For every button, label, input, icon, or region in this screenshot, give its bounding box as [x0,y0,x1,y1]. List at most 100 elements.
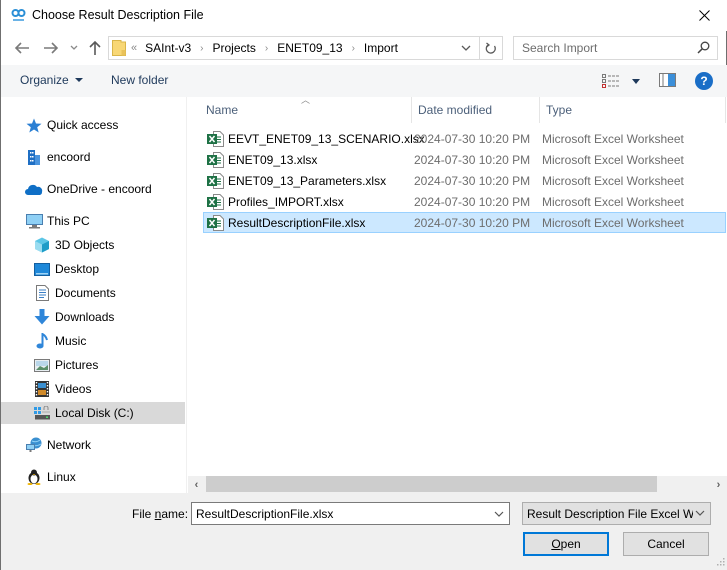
chevron-left-icon: ‹ [194,478,199,491]
file-date-modified: 2024-07-30 10:20 PM [414,215,531,230]
sidebar-item-music[interactable]: Music [1,330,185,352]
sidebar-item-this-pc[interactable]: This PC [1,210,185,232]
forward-button[interactable] [40,37,62,59]
column-header-label: Date modified [418,103,493,117]
column-header-name[interactable]: Name [200,97,412,123]
file-name-combobox[interactable] [191,502,510,525]
search-icon[interactable] [697,41,710,54]
caret-down-icon[interactable] [632,78,640,84]
sidebar-item-quick-access[interactable]: Quick access [1,114,185,136]
column-header-type[interactable]: Type [540,97,726,123]
cancel-button[interactable]: Cancel [623,532,709,556]
document-icon [33,285,51,301]
scrollbar-thumb[interactable] [206,476,657,492]
file-row[interactable]: Profiles_IMPORT.xlsx 2024-07-30 10:20 PM M… [203,191,726,212]
sidebar-item-label: Quick access [47,118,119,132]
breadcrumb-item[interactable]: SAInt-v3 [145,41,191,55]
file-type: Microsoft Excel Worksheet [542,215,684,230]
file-row[interactable]: EEVT_ENET09_13_SCENARIO.xlsx 2024-07-30 1… [203,128,726,149]
file-row[interactable]: ENET09_13_Parameters.xlsx 2024-07-30 10:2… [203,170,726,191]
file-name: ENET09_13_Parameters.xlsx [228,173,387,188]
breadcrumb-separator[interactable]: › [352,43,355,54]
refresh-button[interactable] [479,37,502,59]
file-type-filter-value: Result Description File Excel Wc [527,506,693,521]
sidebar-item-network[interactable]: Network [1,434,185,456]
file-type: Microsoft Excel Worksheet [542,152,684,167]
excel-file-icon [207,151,224,168]
back-button[interactable] [11,37,33,59]
sidebar-item-videos[interactable]: Videos [1,378,185,400]
sidebar-item-label: Pictures [55,358,99,372]
file-type: Microsoft Excel Worksheet [542,131,684,146]
sidebar-item-encoord[interactable]: encoord [1,146,185,168]
star-icon [25,117,43,133]
back-arrow-icon [14,42,29,54]
breadcrumb-separator[interactable]: › [200,43,203,54]
sidebar-item-desktop[interactable]: Desktop [1,258,185,280]
breadcrumb-separator[interactable]: › [265,43,268,54]
breadcrumb-item[interactable]: Import [364,41,398,55]
address-history-dropdown[interactable] [455,37,477,59]
sidebar-item-3d-objects[interactable]: 3D Objects [1,234,185,256]
breadcrumb-item[interactable]: Projects [213,41,256,55]
file-name-label: File name: [132,507,188,521]
address-bar[interactable]: « SAInt-v3 › Projects › ENET09_13 › Impo… [108,36,503,60]
scroll-right-button[interactable]: › [710,476,727,493]
sidebar-item-pictures[interactable]: Pictures [1,354,185,376]
file-name-cell: ResultDescriptionFile.xlsx [204,214,414,231]
sidebar-item-onedrive[interactable]: OneDrive - encoord [1,178,185,200]
file-name-cell: ENET09_13_Parameters.xlsx [204,172,414,189]
chevron-down-icon [70,45,78,50]
preview-pane-button[interactable] [659,73,676,90]
help-button[interactable]: ? [695,72,713,90]
file-name-input[interactable] [192,503,484,524]
building-icon [25,149,43,165]
forward-arrow-icon [44,42,59,54]
open-button[interactable]: Open [523,532,609,556]
sidebar-item-label: OneDrive - encoord [47,182,152,196]
recent-locations-button[interactable] [68,37,80,59]
command-bar: Organize New folder ? [1,65,727,97]
file-name-cell: ENET09_13.xlsx [204,151,414,168]
file-name: ENET09_13.xlsx [228,152,318,167]
computer-icon [25,213,43,229]
file-type: Microsoft Excel Worksheet [542,173,684,188]
excel-file-icon [207,172,224,189]
sidebar-item-label: Downloads [55,310,115,324]
resize-grip-icon[interactable] [715,558,725,568]
file-row[interactable]: ResultDescriptionFile.xlsx 2024-07-30 10:… [203,212,726,233]
file-name: ResultDescriptionFile.xlsx [228,215,366,230]
column-header-label: Type [546,103,573,117]
search-input[interactable] [514,37,694,59]
sidebar-item-documents[interactable]: Documents [1,282,185,304]
breadcrumb-item[interactable]: ENET09_13 [277,41,342,55]
file-name-dropdown-button[interactable] [491,506,507,522]
sidebar-item-label: Documents [55,286,116,300]
up-button[interactable] [86,37,104,59]
sidebar-item-local-disk[interactable]: Local Disk (C:) [1,402,185,424]
sidebar-item-downloads[interactable]: Downloads [1,306,185,328]
file-type-filter-select[interactable]: Result Description File Excel Wc [522,502,711,525]
organize-menu-button[interactable]: Organize [20,73,83,87]
file-row[interactable]: ENET09_13.xlsx 2024-07-30 10:20 PM Microso… [203,149,726,170]
up-arrow-icon [89,40,101,55]
linux-icon [25,469,43,485]
preview-pane-icon [659,73,676,87]
change-view-button[interactable] [602,72,642,90]
close-button[interactable] [681,0,727,31]
button-label: pen [560,537,581,551]
search-box[interactable] [513,36,718,60]
sidebar-item-label: encoord [47,150,91,164]
pictures-icon [33,357,51,373]
overflow-crumb[interactable]: « [131,42,137,54]
sidebar-item-linux[interactable]: Linux [1,466,185,488]
file-name: EEVT_ENET09_13_SCENARIO.xlsx [228,131,425,146]
horizontal-scrollbar[interactable]: ‹ › [188,476,727,493]
sidebar-item-label: Local Disk (C:) [55,406,134,420]
excel-file-icon [207,214,224,231]
chevron-down-icon [695,510,705,516]
column-header-date-modified[interactable]: Date modified [412,97,540,123]
scroll-left-button[interactable]: ‹ [188,476,205,493]
organize-label: Organize [20,73,69,87]
new-folder-button[interactable]: New folder [111,73,168,87]
